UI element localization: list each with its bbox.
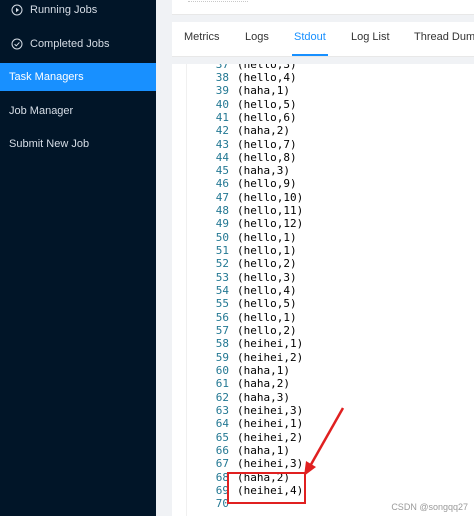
tab-metrics[interactable]: Metrics [184,22,219,56]
line-text: (heihei,2) [237,350,304,364]
line-text: (hello,11) [237,204,304,218]
watermark: CSDN @songqq27 [391,502,468,512]
line-number: 66 [215,443,229,457]
line-number: 37 [215,64,229,71]
line-number: 65 [215,430,229,444]
line-text: (hello,8) [237,150,297,164]
line-number: 60 [215,363,229,377]
line-number: 58 [215,337,229,351]
sidebar-item-label: Running Jobs [30,4,98,16]
line-text: (heihei,2) [237,430,304,444]
line-number: 52 [215,257,229,271]
line-number: 49 [215,217,229,231]
line-text: (haha,1) [237,363,290,377]
sidebar-item-label: Task Managers [9,71,84,83]
line-number: 68 [215,470,229,484]
line-text: (haha,1) [237,84,290,98]
line-number: 48 [215,204,229,218]
line-text: (hello,1) [237,230,297,244]
sidebar-item-label: Job Manager [9,105,74,117]
play-circle-icon [10,3,24,17]
info-divider [188,1,248,5]
tab-stdout[interactable]: Stdout [292,22,328,56]
line-text: (haha,3) [237,164,290,178]
highlight-box [227,472,306,504]
line-number: 59 [215,350,229,364]
line-text: (hello,4) [237,70,297,84]
line-text: (hello,5) [237,97,297,111]
main-content: Metrics Logs Stdout Log List Thread Dump… [156,0,474,516]
line-text: (haha,2) [237,377,290,391]
sidebar-item-label: Submit New Job [9,138,90,150]
line-number: 41 [215,110,229,124]
line-text: (hello,2) [237,324,297,337]
sidebar-item-label: Completed Jobs [30,38,110,50]
line-text: (hello,10) [237,190,304,204]
line-number: 69 [215,483,229,497]
line-number: 63 [215,403,229,417]
stdout-console[interactable]: 37 (hello,3) 38 (hello,4) 39 (haha,1) 40 (hello… [186,64,474,516]
line-number: 39 [215,84,229,98]
line-text: (hello,3) [237,270,297,284]
line-number: 38 [215,70,229,84]
line-text: (hello,9) [237,177,297,191]
line-text: (hello,12) [237,217,304,231]
line-number: 70 [215,497,229,511]
line-number: 44 [215,150,229,164]
line-text: (hello,1) [237,310,297,324]
line-text: (hello,5) [237,297,297,311]
line-text: (heihei,3) [237,457,304,471]
line-text: (hello,3) [237,64,297,71]
tab-log-list[interactable]: Log List [351,22,390,56]
line-number: 45 [215,164,229,178]
line-text: (heihei,3) [237,403,304,417]
line-number: 64 [215,417,229,431]
check-circle-icon [10,37,24,51]
line-number: 61 [215,377,229,391]
tab-thread-dump[interactable]: Thread Dump [414,22,474,56]
line-text: (hello,2) [237,257,297,271]
line-number: 43 [215,137,229,151]
line-number: 56 [215,310,229,324]
line-number: 51 [215,244,229,258]
line-text: (heihei,1) [237,417,304,431]
line-number: 40 [215,97,229,111]
line-text: (heihei,1) [237,337,304,351]
line-text: (haha,3) [237,390,290,404]
line-text: (hello,1) [237,244,297,258]
sidebar: Running Jobs Completed Jobs Task Manager… [0,0,156,516]
tab-bar: Metrics Logs Stdout Log List Thread Dump [172,22,474,57]
line-number: 55 [215,297,229,311]
line-number: 50 [215,230,229,244]
line-text: (haha,1) [237,443,290,457]
line-number: 47 [215,190,229,204]
line-number: 57 [215,324,229,337]
line-number: 46 [215,177,229,191]
sidebar-item-task-managers[interactable]: Task Managers [0,63,156,91]
sidebar-item-completed-jobs[interactable]: Completed Jobs [0,30,156,58]
line-text: (haha,2) [237,124,290,138]
sidebar-item-submit-new-job[interactable]: Submit New Job [0,130,156,158]
tab-logs[interactable]: Logs [245,22,269,56]
line-text: (hello,7) [237,137,297,151]
line-number: 54 [215,284,229,298]
line-number: 53 [215,270,229,284]
line-number: 62 [215,390,229,404]
sidebar-item-running-jobs[interactable]: Running Jobs [0,0,156,24]
line-number: 67 [215,457,229,471]
line-text: (hello,4) [237,284,297,298]
sidebar-item-job-manager[interactable]: Job Manager [0,97,156,125]
stdout-panel: 37 (hello,3) 38 (hello,4) 39 (haha,1) 40 (hello… [172,64,474,516]
line-number: 42 [215,124,229,138]
line-text: (hello,6) [237,110,297,124]
info-card [172,0,474,15]
